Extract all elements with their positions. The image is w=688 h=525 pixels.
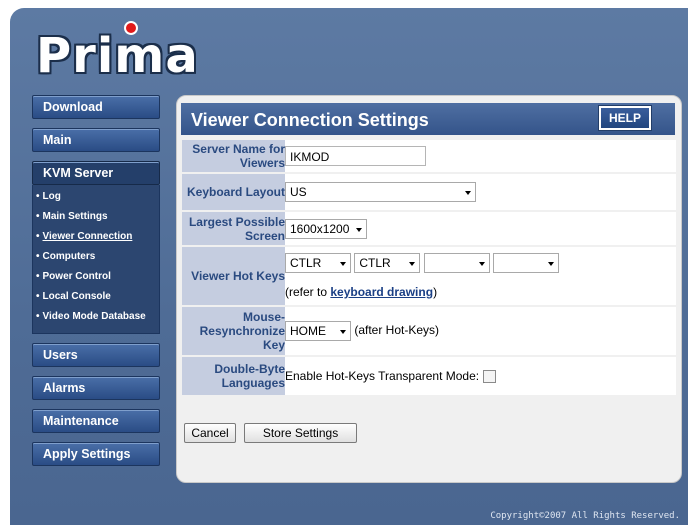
nav-maintenance[interactable]: Maintenance xyxy=(32,409,160,433)
bullet-icon: • xyxy=(36,211,40,222)
hot-key-2-select[interactable]: CTLR xyxy=(354,253,421,273)
refer-suffix: ) xyxy=(433,285,438,299)
hot-keys-selects: CTLR CTLR xyxy=(285,253,676,275)
refer-prefix: (refer to xyxy=(285,285,331,299)
sidebar-item-label: Video Mode Database xyxy=(42,311,146,322)
panel-header: Viewer Connection Settings HELP xyxy=(181,103,675,135)
keyboard-layout-cell: US xyxy=(285,174,676,210)
chevron-down-icon xyxy=(548,262,555,266)
nav-download[interactable]: Download xyxy=(32,95,160,119)
largest-screen-label: Largest Possible Screen xyxy=(182,212,285,245)
sidebar-item-label: Viewer Connection xyxy=(42,231,133,242)
server-name-input[interactable]: IKMOD xyxy=(285,146,426,166)
bullet-icon: • xyxy=(36,191,40,202)
sidebar-item-label: Local Console xyxy=(42,291,111,302)
logo-dot-icon xyxy=(124,21,138,35)
copyright-text: Copyright©2007 All Rights Reserved. xyxy=(490,511,680,521)
sidebar-item-log[interactable]: • Log xyxy=(33,187,159,207)
settings-table: Server Name for Viewers IKMOD Keyboard L… xyxy=(182,138,676,397)
keyboard-drawing-link[interactable]: keyboard drawing xyxy=(330,285,433,299)
cancel-button[interactable]: Cancel xyxy=(184,423,236,443)
sidebar-item-computers[interactable]: • Computers xyxy=(33,247,159,267)
keyboard-layout-label: Keyboard Layout xyxy=(182,174,285,210)
sidebar-item-video-mode-database[interactable]: • Video Mode Database xyxy=(33,307,159,327)
resync-key-select[interactable]: HOME xyxy=(285,321,351,341)
bullet-icon: • xyxy=(36,311,40,322)
prima-logo: Prima xyxy=(36,28,199,84)
hot-key-4-select[interactable] xyxy=(493,253,560,273)
chevron-down-icon xyxy=(478,262,485,266)
row-keyboard-layout: Keyboard Layout US xyxy=(182,174,676,210)
row-server-name: Server Name for Viewers IKMOD xyxy=(182,140,676,172)
nav-alarms[interactable]: Alarms xyxy=(32,376,160,400)
bullet-icon: • xyxy=(36,231,40,242)
sidebar-item-main-settings[interactable]: • Main Settings xyxy=(33,207,159,227)
largest-screen-value: 1600x1200 xyxy=(290,221,350,236)
nav-kvm-server[interactable]: KVM Server xyxy=(32,161,160,185)
resync-key-suffix: (after Hot-Keys) xyxy=(354,323,440,338)
sidebar-item-label: Power Control xyxy=(42,271,111,282)
sidebar-item-power-control[interactable]: • Power Control xyxy=(33,267,159,287)
chevron-down-icon xyxy=(465,191,471,195)
page-title: Viewer Connection Settings xyxy=(191,110,429,130)
resync-key-cell: HOME (after Hot-Keys) xyxy=(285,307,676,355)
hot-key-2-value: CTLR xyxy=(359,256,391,270)
sidebar-item-label: Computers xyxy=(42,251,96,262)
row-hot-keys: Viewer Hot Keys CTLR CTLR (refer to keyb… xyxy=(182,247,676,305)
transparent-mode-checkbox[interactable] xyxy=(483,370,497,384)
help-button[interactable]: HELP xyxy=(598,105,652,131)
chevron-down-icon xyxy=(340,262,346,266)
bullet-icon: • xyxy=(36,251,40,262)
nav-main[interactable]: Main xyxy=(32,128,160,152)
kvm-submenu: • Log • Main Settings • Viewer Connection •… xyxy=(32,185,160,334)
largest-screen-cell: 1600x1200 xyxy=(285,212,676,245)
transparent-mode-text: Enable Hot-Keys Transparent Mode: xyxy=(285,368,480,383)
sidebar-item-label: Log xyxy=(42,191,61,202)
row-resync-key: Mouse-Resynchronize Key HOME (after Hot-… xyxy=(182,307,676,355)
sidebar-item-label: Main Settings xyxy=(42,211,108,222)
sidebar-item-viewer-connection[interactable]: • Viewer Connection xyxy=(33,227,159,247)
hot-key-1-value: CTLR xyxy=(290,256,322,270)
keyboard-layout-select[interactable]: US xyxy=(285,182,476,202)
hot-keys-note: (refer to keyboard drawing) xyxy=(285,285,676,299)
settings-panel: Viewer Connection Settings HELP Server N… xyxy=(176,95,682,483)
row-largest-screen: Largest Possible Screen 1600x1200 xyxy=(182,212,676,245)
hot-keys-label: Viewer Hot Keys xyxy=(182,247,285,305)
chevron-down-icon xyxy=(340,330,346,334)
hot-keys-cell: CTLR CTLR (refer to keyboard drawing) xyxy=(285,247,676,305)
keyboard-layout-value: US xyxy=(290,185,307,199)
double-byte-cell: Enable Hot-Keys Transparent Mode: xyxy=(285,357,676,395)
server-name-cell: IKMOD xyxy=(285,140,676,172)
hot-key-1-select[interactable]: CTLR xyxy=(285,253,351,273)
double-byte-label: Double-Byte Languages xyxy=(182,357,285,395)
nav-users[interactable]: Users xyxy=(32,343,160,367)
store-settings-button[interactable]: Store Settings xyxy=(244,423,357,443)
row-double-byte: Double-Byte Languages Enable Hot-Keys Tr… xyxy=(182,357,676,395)
nav-apply-settings[interactable]: Apply Settings xyxy=(32,442,160,466)
sidebar-item-local-console[interactable]: • Local Console xyxy=(33,287,159,307)
sidebar: Download Main KVM Server • Log • Main Sett… xyxy=(32,95,160,475)
hot-key-3-select[interactable] xyxy=(423,253,490,273)
bullet-icon: • xyxy=(36,291,40,302)
resync-key-value: HOME xyxy=(290,324,326,338)
resync-key-label: Mouse-Resynchronize Key xyxy=(182,307,285,355)
bullet-icon: • xyxy=(36,271,40,282)
chevron-down-icon xyxy=(356,227,362,232)
chevron-down-icon xyxy=(409,262,416,266)
largest-screen-select[interactable]: 1600x1200 xyxy=(285,218,367,239)
server-name-label: Server Name for Viewers xyxy=(182,140,285,172)
